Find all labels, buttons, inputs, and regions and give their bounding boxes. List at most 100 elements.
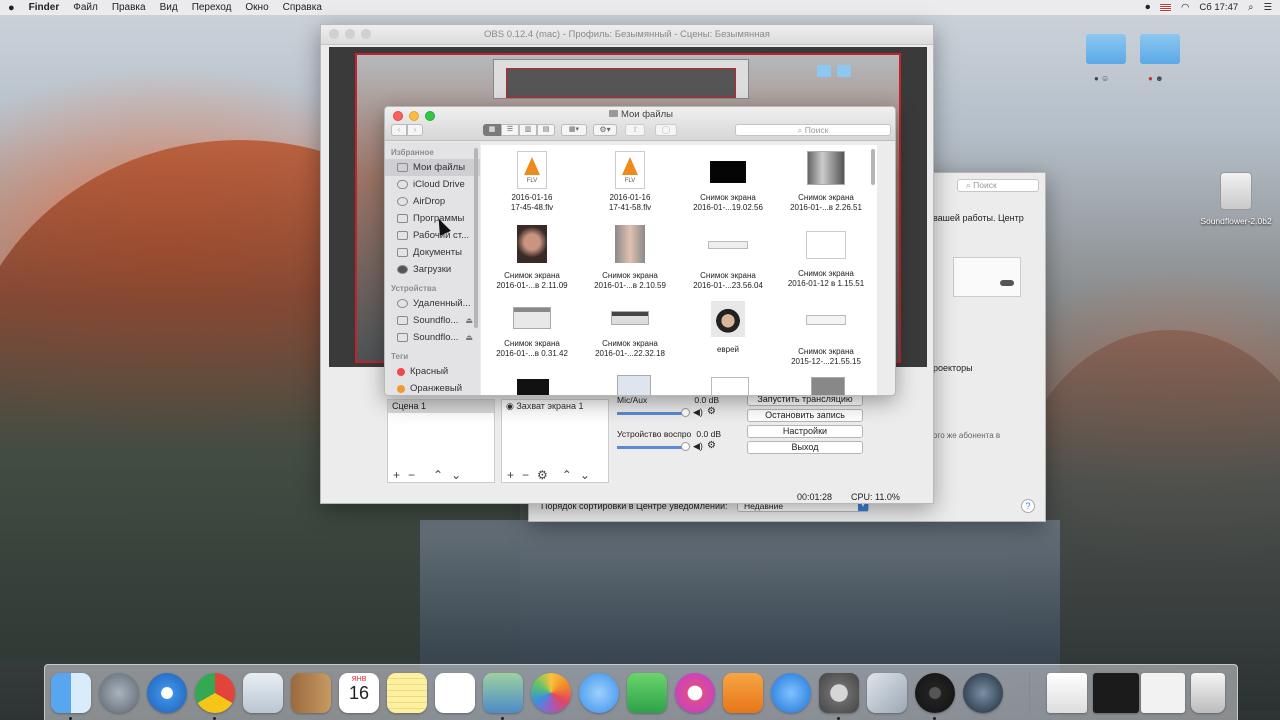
menu-help[interactable]: Справка <box>283 2 322 13</box>
gear-icon[interactable]: ⚙ <box>707 406 716 417</box>
apple-icon[interactable]: ● <box>8 2 15 14</box>
wifi-icon[interactable]: ◠ <box>1181 2 1189 13</box>
volume-slider-2[interactable] <box>617 446 687 449</box>
file-item[interactable]: Снимок экрана 2016-01-...в 0.31.42 <box>483 301 581 359</box>
speaker-icon[interactable]: ◀) <box>693 441 703 452</box>
eject-icon[interactable]: ⏏ <box>465 316 473 325</box>
volume-slider-1-knob[interactable] <box>681 408 690 417</box>
reminders-icon[interactable] <box>435 673 475 713</box>
desktop-folder-2[interactable] <box>1140 34 1180 64</box>
app-store-icon[interactable] <box>771 673 811 713</box>
menu-file[interactable]: Файл <box>73 2 98 13</box>
menu-app-name[interactable]: Finder <box>29 2 60 13</box>
arrange-button[interactable]: ▦▾ <box>561 124 587 136</box>
itunes-icon[interactable] <box>675 673 715 713</box>
scene-item[interactable]: Сцена 1 <box>388 400 494 413</box>
eject-icon[interactable]: ⏏ <box>465 333 473 342</box>
calendar-icon[interactable]: ЯНВ 16 <box>339 673 379 713</box>
volume-slider-1[interactable] <box>617 412 687 415</box>
sidebar-item-airdrop[interactable]: AirDrop <box>385 193 480 210</box>
file-item[interactable]: Снимок экрана 2016-01-...23.56.04 <box>679 225 777 291</box>
stop-record-button[interactable]: Остановить запись <box>747 409 863 422</box>
file-item[interactable]: Снимок экрана 2015-12-...21.55.15 <box>777 301 875 367</box>
gear-icon[interactable]: ⚙ <box>537 468 548 482</box>
volume-slider-2-knob[interactable] <box>681 442 690 451</box>
grid-scrollbar[interactable] <box>871 149 875 185</box>
eye-icon[interactable]: ◉ <box>506 401 514 411</box>
safari-icon[interactable] <box>147 673 187 713</box>
close-button[interactable] <box>329 29 339 39</box>
menu-window[interactable]: Окно <box>245 2 268 13</box>
finder-search-input[interactable]: ⌕ Поиск <box>735 124 891 136</box>
photos-icon[interactable] <box>531 673 571 713</box>
sidebar-item-desktop[interactable]: Рабочий ст... <box>385 227 480 244</box>
zoom-button[interactable] <box>361 29 371 39</box>
menu-go[interactable]: Переход <box>192 2 232 13</box>
source-up-button[interactable]: ⌃ <box>562 468 572 482</box>
screenshot-stack-icon[interactable] <box>1141 673 1185 713</box>
back-button[interactable]: ‹ <box>391 124 407 136</box>
view-list-button[interactable]: ☰ <box>501 124 519 136</box>
speaker-icon[interactable]: ◀) <box>693 407 703 418</box>
instruments-icon[interactable] <box>867 673 907 713</box>
file-item[interactable]: Снимок экрана 2016-01-...в 2.26.51 <box>777 151 875 213</box>
terminal-thumbnail-icon[interactable] <box>1093 673 1139 713</box>
source-item[interactable]: ◉ Захват экрана 1 <box>502 400 608 413</box>
remove-source-button[interactable]: − <box>522 468 529 482</box>
help-icon[interactable]: ? <box>1021 499 1035 513</box>
sidebar-item-remote-disc[interactable]: Удаленный... <box>385 295 480 312</box>
add-source-button[interactable]: + <box>507 468 514 482</box>
preview-icon[interactable] <box>483 673 523 713</box>
notes-icon[interactable] <box>387 673 427 713</box>
steam-icon[interactable] <box>963 673 1003 713</box>
chrome-icon[interactable] <box>195 673 235 713</box>
file-item[interactable]: Снимок экрана 2016-01-...19.02.56 <box>679 151 777 213</box>
scene-down-button[interactable]: ⌄ <box>451 468 461 482</box>
search-icon[interactable]: ⌕ <box>1248 2 1253 13</box>
file-item[interactable]: Снимок экрана 2016-01-...22.32.18 <box>581 301 679 359</box>
view-columns-button[interactable]: ▥ <box>519 124 537 136</box>
contacts-icon[interactable] <box>291 673 331 713</box>
list-icon[interactable]: ☰ <box>1263 2 1272 13</box>
file-item-partial[interactable] <box>617 375 651 395</box>
sidebar-item-downloads[interactable]: Загрузки <box>385 261 480 278</box>
facetime-icon[interactable] <box>627 673 667 713</box>
scene-up-button[interactable]: ⌃ <box>433 468 443 482</box>
file-item[interactable]: Снимок экрана 2016-01-12 в 1.15.51 <box>777 225 875 289</box>
mail-icon[interactable] <box>243 673 283 713</box>
sidebar-item-my-files[interactable]: Мои файлы <box>385 159 480 176</box>
sidebar-item-tag-red[interactable]: Красный <box>385 363 480 380</box>
sidebar-item-icloud[interactable]: iCloud Drive <box>385 176 480 193</box>
menu-view[interactable]: Вид <box>160 2 178 13</box>
file-item[interactable]: FLV 2016-01-16 17-45-48.flv <box>483 151 581 213</box>
finder-icon[interactable] <box>51 673 91 713</box>
remove-scene-button[interactable]: − <box>408 468 415 482</box>
document-icon[interactable] <box>1047 673 1087 713</box>
sidebar-item-documents[interactable]: Документы <box>385 244 480 261</box>
forward-button[interactable]: › <box>407 124 423 136</box>
drive-icon[interactable] <box>1220 172 1252 210</box>
file-item[interactable]: Снимок экрана 2016-01-...в 2.10.59 <box>581 225 679 291</box>
clock[interactable]: Сб 17:47 <box>1199 2 1238 13</box>
action-button[interactable]: ⚙▾ <box>593 124 617 136</box>
record-icon[interactable]: ⏺ <box>1145 2 1150 13</box>
file-item-partial[interactable] <box>711 377 749 395</box>
menu-edit[interactable]: Правка <box>112 2 146 13</box>
system-preferences-icon[interactable] <box>819 673 859 713</box>
launchpad-icon[interactable] <box>99 673 139 713</box>
trash-icon[interactable] <box>1191 673 1225 713</box>
view-coverflow-button[interactable]: ▤ <box>537 124 555 136</box>
sidebar-scrollbar[interactable] <box>474 148 478 328</box>
minimize-button[interactable] <box>345 29 355 39</box>
file-item-partial[interactable] <box>517 379 549 395</box>
prefs-search-field[interactable]: ⌕ Поиск <box>957 179 1039 192</box>
flag-icon[interactable] <box>1160 3 1172 12</box>
messages-icon[interactable] <box>579 673 619 713</box>
file-item[interactable]: Снимок экрана 2016-01-...в 2.11.09 <box>483 225 581 291</box>
exit-button[interactable]: Выход <box>747 441 863 454</box>
tags-button[interactable]: ◯ <box>655 124 677 136</box>
sidebar-item-soundflower-1[interactable]: Soundflo... ⏏ <box>385 312 480 329</box>
share-button[interactable]: ⇪ <box>625 124 645 136</box>
source-down-button[interactable]: ⌄ <box>580 468 590 482</box>
file-item[interactable]: еврей <box>679 301 777 355</box>
